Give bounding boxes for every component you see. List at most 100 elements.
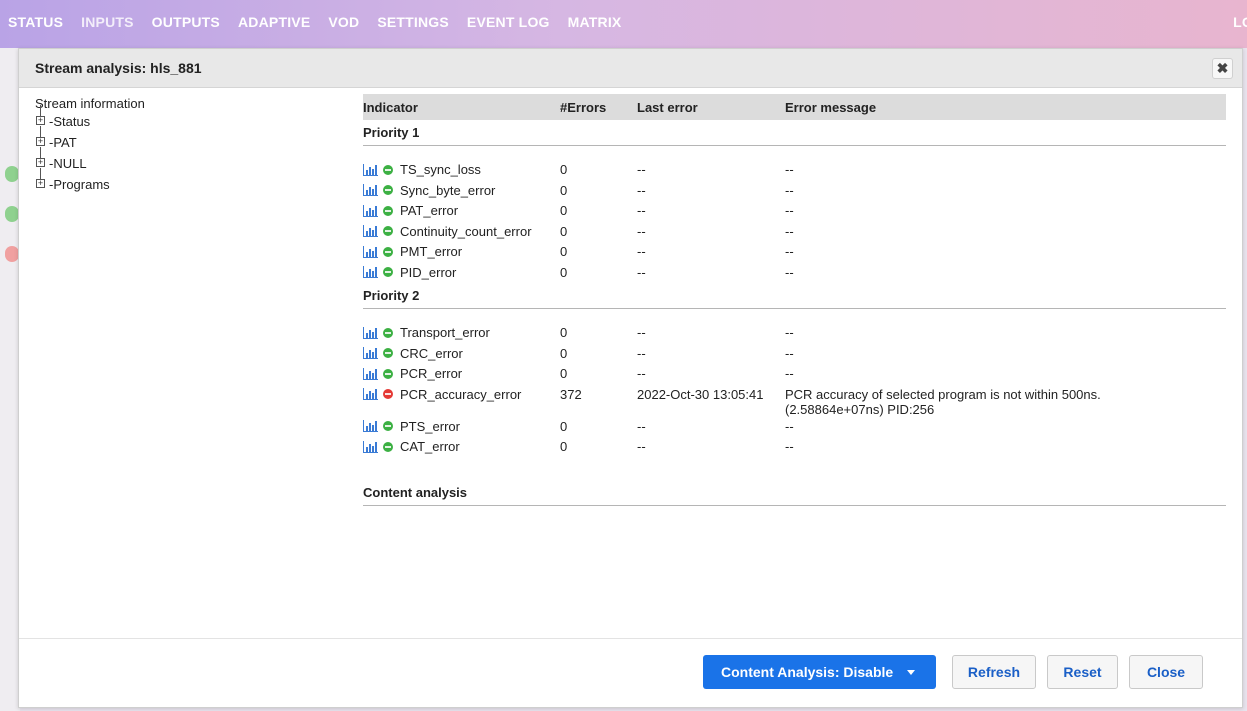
content-analysis-button[interactable]: Content Analysis: Disable [703,655,936,689]
tree-node-label: -Status [49,114,91,129]
tree-node-label: -NULL [49,156,87,171]
header-last-error: Last error [637,99,698,115]
nav-inputs[interactable]: INPUTS [81,14,134,30]
indicator-name: PID_error [400,264,457,280]
bar-chart-icon[interactable] [363,266,378,278]
tree-node-label: -Programs [49,177,110,192]
bar-chart-icon[interactable] [363,347,378,359]
indicator-name: PCR_error [400,366,463,381]
error-count: 0 [560,162,568,177]
status-dot-icon [383,389,393,399]
table-row: CAT_error 0 -- -- [363,437,1226,458]
indicator-name: CAT_error [400,439,460,454]
table-header: Indicator #Errors Last error Error messa… [363,94,1226,120]
status-dot-icon [383,421,393,431]
content-analysis-heading: Content analysis [363,480,1226,506]
table-row: Sync_byte_error 0 -- -- [363,181,1226,202]
stream-analysis-dialog: Stream analysis: hls_881 ✖ Stream inform… [18,48,1243,708]
bar-chart-icon[interactable] [363,326,378,339]
tree-heading: Stream information [35,96,145,111]
close-button[interactable]: Close [1129,655,1203,689]
tree-node-pat[interactable]: + -PAT [35,126,335,153]
dialog-title: Stream analysis: hls_881 [35,60,202,76]
priority-1-heading: Priority 1 [363,120,1226,146]
indicator-name: CRC_error [400,345,463,361]
error-message: -- [785,325,794,340]
error-count: 0 [560,418,568,434]
error-message: -- [785,439,794,454]
top-nav: STATUS INPUTS OUTPUTS ADAPTIVE VOD SETTI… [0,0,1247,48]
error-message: PCR accuracy of selected program is not … [785,386,1101,402]
bar-chart-icon[interactable] [363,184,378,196]
expand-icon[interactable]: + [36,158,45,167]
bar-chart-icon[interactable] [363,204,378,217]
bar-chart-icon[interactable] [363,420,378,432]
close-icon[interactable]: ✖ [1212,58,1233,79]
bar-chart-icon[interactable] [363,245,378,258]
priority-2-heading: Priority 2 [363,283,1226,309]
bar-chart-icon[interactable] [363,225,378,237]
nav-event-log[interactable]: EVENT LOG [467,14,550,30]
bar-chart-icon[interactable] [363,440,378,453]
status-dot-icon [5,246,19,262]
status-dot-icon [383,368,393,379]
table-row: PAT_error 0 -- -- [363,201,1226,222]
table-row: PCR_error 0 -- -- [363,364,1226,385]
status-dot-icon [383,246,393,257]
status-dot-icon [5,206,19,222]
indicator-name: PCR_accuracy_error [400,386,522,402]
header-indicator: Indicator [363,99,418,115]
error-count: 0 [560,264,568,280]
table-row: PCR_accuracy_error 372 2022-Oct-30 13:05:4… [363,385,1226,417]
nav-adaptive[interactable]: ADAPTIVE [238,14,310,30]
indicator-name: PMT_error [400,244,463,259]
nav-matrix[interactable]: MATRIX [568,14,622,30]
table-row: Continuity_count_error 0 -- -- [363,222,1226,243]
indicator-name: PTS_error [400,418,460,434]
indicator-name: TS_sync_loss [400,162,481,177]
status-dot-icon [383,185,393,195]
bar-chart-icon[interactable] [363,367,378,380]
error-message: -- [785,418,794,434]
expand-icon[interactable]: + [36,179,45,188]
last-error-time: -- [637,345,646,361]
error-count: 0 [560,439,568,454]
error-message: -- [785,203,794,218]
expand-icon[interactable]: + [36,116,45,125]
error-message: -- [785,366,794,381]
error-count: 0 [560,223,568,239]
last-error-time: -- [637,439,646,454]
nav-outputs[interactable]: OUTPUTS [152,14,220,30]
status-dot-icon [383,327,393,338]
table-row: CRC_error 0 -- -- [363,344,1226,365]
error-count: 0 [560,325,568,340]
nav-vod[interactable]: VOD [328,14,359,30]
tree-node-null[interactable]: + -NULL [35,147,335,174]
last-error-time: 2022-Oct-30 13:05:41 [637,386,764,402]
table-row: PMT_error 0 -- -- [363,242,1226,263]
nav-logout[interactable]: LO [1233,14,1247,30]
expand-icon[interactable]: + [36,137,45,146]
last-error-time: -- [637,244,646,259]
error-message: -- [785,244,794,259]
nav-status[interactable]: STATUS [8,14,63,30]
tree-node-status[interactable]: + -Status [35,105,335,132]
reset-button[interactable]: Reset [1047,655,1118,689]
status-dot-icon [383,205,393,216]
table-row: PTS_error 0 -- -- [363,417,1226,438]
nav-settings[interactable]: SETTINGS [377,14,449,30]
bar-chart-icon[interactable] [363,163,378,176]
error-message: -- [785,345,794,361]
refresh-button[interactable]: Refresh [952,655,1036,689]
last-error-time: -- [637,203,646,218]
error-indicator-table: Indicator #Errors Last error Error messa… [363,94,1226,506]
bar-chart-icon[interactable] [363,388,378,400]
error-message: -- [785,162,794,177]
status-dot-icon [383,164,393,175]
chevron-down-icon[interactable] [907,669,915,675]
table-row: PID_error 0 -- -- [363,263,1226,284]
indicator-name: PAT_error [400,203,459,218]
tree-node-programs[interactable]: + -Programs [35,168,335,195]
error-count: 0 [560,345,568,361]
content-analysis-label: Content Analysis: Disable [721,664,894,680]
